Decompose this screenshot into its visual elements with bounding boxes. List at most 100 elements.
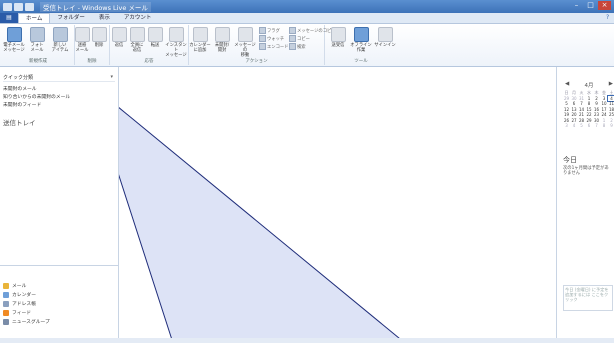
- tab-home[interactable]: ホーム: [18, 13, 51, 23]
- tab-view[interactable]: 表示: [92, 13, 117, 23]
- window-controls: – □ ×: [570, 1, 611, 10]
- calendar-grid: 日月火水木金土 29 30 31 1 2 3 4 5 6 7 8 9 10 11 12 13 14 15 16 17 18…: [563, 90, 614, 129]
- calendar-pane: ◀ 4月 ▶ 日月火水木金土 29 30 31 1 2 3 4 5 6 7 8 9 10 11 12 13 14 1…: [556, 67, 614, 343]
- calendar-day[interactable]: 6: [586, 123, 593, 129]
- calendar-day[interactable]: 9: [608, 123, 614, 129]
- im-icon: [168, 27, 184, 42]
- send-receive-quick-icon[interactable]: [25, 2, 34, 11]
- folder-pane: クイック分類 ▾ 未開封のメール 知り合いからの未開封のメール 未開封のフィード…: [0, 67, 119, 343]
- send-receive-icon: [330, 27, 346, 42]
- reply-button[interactable]: 返信: [110, 27, 128, 48]
- read-unread-icon: [214, 27, 230, 42]
- flag-icon: [259, 27, 266, 34]
- status-bar: [0, 338, 614, 343]
- file-menu-tab[interactable]: ▤: [0, 13, 18, 23]
- encoding-icon: [259, 43, 266, 50]
- copy-icon: [289, 35, 296, 42]
- find-button[interactable]: 検索: [289, 43, 306, 50]
- close-button[interactable]: ×: [598, 1, 611, 10]
- offline-button[interactable]: オフライン 作業: [349, 27, 373, 53]
- reply-all-button[interactable]: 全員に 返信: [128, 27, 146, 53]
- delete-icon: [91, 27, 107, 42]
- calendar-day[interactable]: 8: [601, 123, 608, 129]
- nav-mail[interactable]: メール: [3, 282, 26, 289]
- message-list-area[interactable]: [119, 67, 555, 343]
- quick-view-unread-contacts[interactable]: 知り合いからの未開封のメール: [3, 93, 70, 100]
- group-label-actions: アクション: [245, 59, 268, 64]
- mail-icon: [3, 282, 9, 289]
- collapse-icon[interactable]: ▾: [110, 74, 113, 80]
- group-label-tools: ツール: [354, 59, 368, 64]
- maximize-button[interactable]: □: [584, 1, 597, 10]
- forward-icon: [147, 27, 163, 42]
- nav-newsgroups[interactable]: ニュースグループ: [3, 318, 50, 325]
- outbox-folder[interactable]: 送信トレイ: [3, 117, 36, 127]
- encoding-button[interactable]: エンコード: [259, 43, 288, 50]
- quick-views-header[interactable]: クイック分類 ▾: [3, 74, 115, 82]
- flag-button[interactable]: フラグ: [259, 27, 280, 34]
- add-calendar-button[interactable]: カレンダー に追加: [189, 27, 211, 53]
- photo-mail-button[interactable]: フォト メール: [26, 27, 48, 53]
- callout-arrow: [119, 107, 406, 343]
- quick-view-unread-feeds[interactable]: 未開封のフィード: [3, 101, 41, 108]
- title-bar: 受信トレイ - Windows Live メール – □ ×: [0, 0, 614, 13]
- ribbon-group-respond: 返信 全員に 返信 転送 インスタント メッセージ 応答: [110, 25, 189, 65]
- tab-folder[interactable]: フォルダー: [50, 13, 92, 23]
- send-receive-button[interactable]: 送受信: [327, 27, 349, 48]
- new-mail-quick-icon[interactable]: [14, 2, 23, 11]
- quick-view-unread-mail[interactable]: 未開封のメール: [3, 85, 37, 92]
- group-label-delete: 削除: [87, 59, 97, 64]
- contacts-icon: [3, 300, 9, 307]
- calendar-month: 4月: [584, 83, 594, 89]
- app-menu-icon[interactable]: [3, 2, 12, 11]
- newsgroup-icon: [3, 318, 9, 325]
- read-unread-button[interactable]: 未開封/ 開封: [211, 27, 233, 53]
- ribbon: 電子メール メッセージ フォト メール 新しい アイテム 新規作成 迷惑 メール…: [0, 24, 614, 67]
- nav-calendar[interactable]: カレンダー: [3, 291, 36, 298]
- window-title: 受信トレイ - Windows Live メール: [40, 1, 151, 12]
- calendar-icon: [3, 291, 9, 298]
- help-icon[interactable]: ?: [606, 13, 614, 23]
- calendar-next-button[interactable]: ▶: [609, 81, 613, 89]
- feed-icon: [3, 309, 9, 316]
- move-message-button[interactable]: メッセージの 移動: [233, 27, 257, 58]
- ribbon-group-new: 電子メール メッセージ フォト メール 新しい アイテム 新規作成: [2, 25, 75, 65]
- tab-account[interactable]: アカウント: [117, 13, 159, 23]
- new-mail-button[interactable]: 電子メール メッセージ: [3, 27, 25, 53]
- calendar-day[interactable]: 3: [563, 123, 570, 129]
- calendar-prev-button[interactable]: ◀: [565, 81, 569, 89]
- watch-icon: [259, 35, 266, 42]
- watch-button[interactable]: ウォッチ: [259, 35, 284, 42]
- calendar-week-row: 3456789: [563, 123, 614, 129]
- minimize-button[interactable]: –: [570, 1, 583, 10]
- today-events-text: 次の1ヶ月間は予定があ りません: [563, 166, 609, 176]
- copy-message-icon: [289, 27, 296, 34]
- today-label: 今日: [563, 156, 577, 164]
- ribbon-tabs: ▤ ホーム フォルダー 表示 アカウント ?: [0, 13, 614, 24]
- signin-button[interactable]: サインイン: [373, 27, 397, 48]
- offline-icon: [353, 27, 369, 42]
- forward-button[interactable]: 転送: [146, 27, 164, 48]
- junk-icon: [74, 27, 90, 42]
- reply-all-icon: [129, 27, 145, 42]
- delete-button[interactable]: 削除: [89, 27, 109, 48]
- add-event-box[interactable]: 今日 (金曜日) に予定を追加するには ここをクリック: [563, 285, 613, 311]
- quick-access-toolbar: [0, 2, 34, 11]
- signin-icon: [377, 27, 393, 42]
- calendar-day[interactable]: 5: [578, 123, 585, 129]
- group-label-new: 新規作成: [29, 59, 47, 64]
- calendar-day[interactable]: 7: [593, 123, 600, 129]
- bottom-nav: メール カレンダー アドレス帳 フィード ニュースグループ: [0, 265, 118, 344]
- nav-feeds[interactable]: フィード: [3, 309, 31, 316]
- copy-button[interactable]: コピー: [289, 35, 310, 42]
- calendar-day[interactable]: 4: [571, 123, 578, 129]
- nav-contacts[interactable]: アドレス帳: [3, 300, 36, 307]
- new-mail-icon: [6, 27, 22, 42]
- ribbon-group-delete: 迷惑 メール 削除 削除: [74, 25, 110, 65]
- new-items-icon: [52, 27, 68, 42]
- group-label-respond: 応答: [144, 59, 154, 64]
- instant-message-button[interactable]: インスタント メッセージ: [164, 27, 188, 58]
- ribbon-group-actions: カレンダー に追加 未開封/ 開封 メッセージの 移動 フラグ ウォッチ エンコ…: [189, 25, 336, 65]
- find-icon: [289, 43, 296, 50]
- new-items-button[interactable]: 新しい アイテム: [49, 27, 71, 53]
